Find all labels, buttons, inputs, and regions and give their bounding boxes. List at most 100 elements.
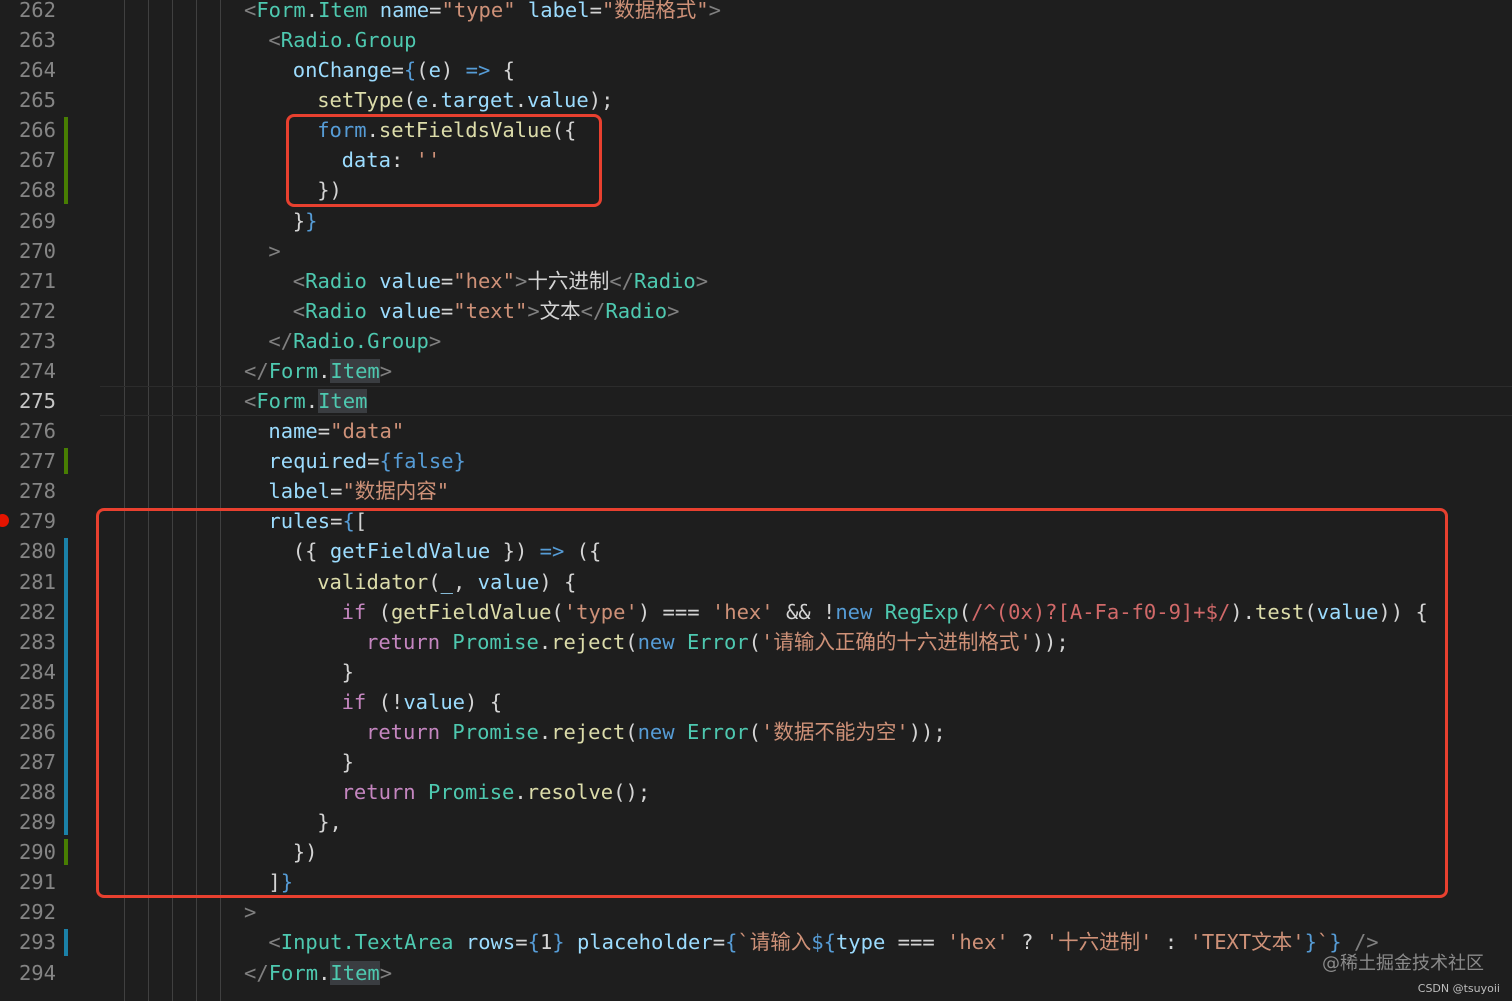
code-token: < bbox=[244, 0, 257, 22]
code-line[interactable]: label="数据内容" bbox=[268, 476, 449, 506]
code-token: 1 bbox=[539, 930, 553, 955]
code-token: 十六进制 bbox=[527, 268, 610, 293]
code-token: label bbox=[268, 479, 331, 504]
code-token: target bbox=[440, 88, 515, 113]
code-token: name bbox=[268, 419, 318, 444]
code-token: : bbox=[1152, 930, 1190, 955]
code-token: "type" bbox=[441, 0, 516, 22]
code-token: setType bbox=[317, 88, 404, 113]
code-token: "hex" bbox=[453, 268, 515, 293]
code-token: "数据内容" bbox=[342, 479, 450, 504]
code-token: value bbox=[379, 268, 441, 293]
code-token: Item bbox=[330, 358, 380, 383]
code-token: { bbox=[403, 58, 417, 83]
code-line[interactable]: <Form.Item name="type" label="数据格式"> bbox=[244, 0, 721, 25]
code-token: "数据格式" bbox=[601, 0, 709, 22]
code-token: Radio.Group bbox=[293, 328, 429, 353]
code-token: </ bbox=[244, 358, 269, 383]
code-token: Radio.Group bbox=[280, 28, 417, 53]
code-token: placeholder bbox=[576, 930, 713, 955]
code-token: === bbox=[885, 930, 948, 955]
code-token: = bbox=[515, 930, 528, 955]
code-token: value bbox=[527, 88, 589, 113]
code-line[interactable]: <Form.Item bbox=[244, 386, 368, 416]
code-token: Form bbox=[268, 960, 319, 985]
code-token: name bbox=[379, 0, 430, 22]
code-token: = bbox=[589, 0, 602, 22]
code-token: Item bbox=[330, 960, 380, 985]
code-token: > bbox=[379, 960, 393, 985]
code-token: < bbox=[292, 268, 306, 293]
code-line[interactable]: <Radio.Group bbox=[268, 25, 416, 55]
code-token: . bbox=[305, 0, 319, 22]
code-token: ( bbox=[403, 88, 416, 113]
code-token: = bbox=[440, 298, 454, 323]
code-token: = bbox=[330, 479, 343, 504]
code-token: > bbox=[379, 358, 393, 383]
code-editor[interactable]: 262 263 264 265 266 267 268 269 270 271 272 273 274 2… bbox=[0, 0, 1512, 1001]
code-token: > bbox=[695, 268, 709, 293]
code-token: type bbox=[835, 930, 886, 955]
code-token: { bbox=[725, 930, 738, 955]
code-token: ${ bbox=[811, 930, 836, 955]
code-token: onChange bbox=[292, 58, 392, 83]
code-token: > bbox=[244, 900, 257, 925]
code-token: . bbox=[318, 358, 331, 383]
code-token: . bbox=[428, 88, 441, 113]
code-line[interactable]: onChange={(e) => { bbox=[293, 55, 515, 85]
annotation-box-set-fields-value bbox=[286, 114, 602, 207]
code-line[interactable]: > bbox=[268, 236, 280, 266]
code-line[interactable]: name="data" bbox=[268, 416, 404, 446]
code-token: ( bbox=[416, 58, 429, 83]
code-token: 'hex' bbox=[947, 930, 1009, 955]
code-token: false bbox=[391, 449, 454, 474]
watermark: @稀土掘金技术社区 bbox=[1322, 953, 1484, 974]
code-token: { bbox=[379, 449, 392, 474]
code-line[interactable]: setType(e.target.value); bbox=[317, 85, 613, 115]
code-token: . bbox=[514, 88, 528, 113]
code-token: label bbox=[527, 0, 590, 22]
code-token: > bbox=[428, 328, 442, 353]
code-token: 'TEXT文本' bbox=[1189, 930, 1305, 955]
code-token: > bbox=[527, 298, 540, 323]
code-token: } bbox=[305, 208, 318, 233]
code-token: { bbox=[527, 930, 540, 955]
code-line[interactable]: </Radio.Group> bbox=[268, 326, 441, 356]
code-token: Item bbox=[318, 389, 368, 414]
code-line[interactable]: required={false} bbox=[268, 446, 466, 476]
code-token: '十六进制' bbox=[1045, 930, 1153, 955]
code-line[interactable]: </Form.Item> bbox=[244, 356, 392, 386]
code-token: Radio bbox=[305, 268, 367, 293]
code-token: ? bbox=[1008, 930, 1046, 955]
code-token: Radio bbox=[634, 268, 696, 293]
code-token: => bbox=[465, 58, 491, 83]
code-token: Radio bbox=[305, 298, 367, 323]
code-line[interactable]: > bbox=[244, 897, 256, 927]
code-token: value bbox=[379, 298, 441, 323]
code-token: Form bbox=[268, 358, 319, 383]
code-token: "text" bbox=[453, 298, 528, 323]
code-line[interactable]: <Radio value="text">文本</Radio> bbox=[293, 296, 680, 326]
code-token: . bbox=[318, 960, 331, 985]
code-token: } bbox=[1304, 930, 1317, 955]
code-line[interactable]: <Input.TextArea rows={1} placeholder={`请… bbox=[268, 927, 1378, 957]
code-token: Form bbox=[256, 389, 306, 414]
code-token: = bbox=[367, 449, 380, 474]
code-line[interactable]: }} bbox=[293, 206, 318, 236]
code-token: </ bbox=[609, 268, 635, 293]
code-token: rows bbox=[465, 930, 516, 955]
code-token: = bbox=[391, 58, 404, 83]
code-token: e bbox=[415, 88, 429, 113]
code-token: Input.TextArea bbox=[280, 930, 454, 955]
code-line[interactable]: </Form.Item> bbox=[244, 958, 392, 988]
code-line[interactable]: <Radio value="hex">十六进制</Radio> bbox=[293, 266, 708, 296]
code-token: . bbox=[305, 389, 319, 414]
code-token: > bbox=[268, 238, 281, 263]
code-token: </ bbox=[268, 328, 294, 353]
code-token: } bbox=[552, 930, 565, 955]
